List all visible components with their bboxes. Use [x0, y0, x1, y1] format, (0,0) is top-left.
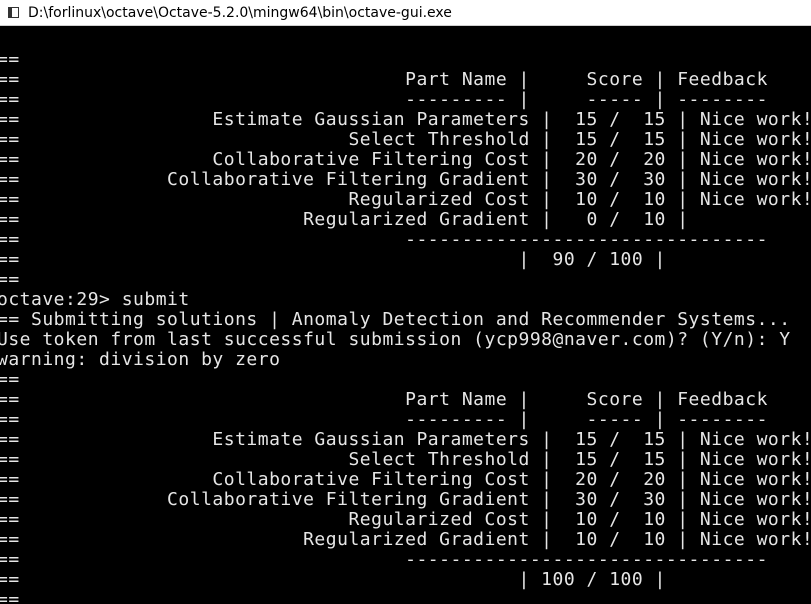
window-title: D:\forlinux\octave\Octave-5.2.0\mingw64\…	[28, 4, 452, 21]
console-line: == Regularized Cost | 10 / 10 | Nice wor…	[0, 189, 811, 210]
console-line: == Select Threshold | 15 / 15 | Nice wor…	[0, 449, 811, 470]
console-line: == Regularized Gradient | 0 / 10 |	[0, 209, 689, 230]
console-line: == | 100 / 100 |	[0, 569, 666, 590]
console-line: == --------- | ----- | --------	[0, 409, 768, 430]
console-line: ==	[0, 50, 20, 70]
console-line: == | 90 / 100 |	[0, 249, 666, 270]
console-line: == --------------------------------	[0, 229, 768, 250]
console-line: == Collaborative Filtering Cost | 20 / 2…	[0, 149, 811, 170]
console-line: == Regularized Cost | 10 / 10 | Nice wor…	[0, 509, 811, 530]
console-line: == Collaborative Filtering Gradient | 30…	[0, 169, 811, 190]
console-line: == Part Name | Score | Feedback	[0, 389, 768, 410]
console-line: == Part Name | Score | Feedback	[0, 69, 768, 90]
console-line: octave:29> submit	[0, 289, 190, 310]
console-line: Use token from last successful submissio…	[0, 329, 791, 350]
console-line: warning: division by zero	[0, 349, 281, 370]
console-line: == Regularized Gradient | 10 / 10 | Nice…	[0, 529, 811, 550]
console-output[interactable]: == == Part Name | Score | Feedback == --…	[0, 50, 811, 604]
console-line: == Select Threshold | 15 / 15 | Nice wor…	[0, 129, 811, 150]
console-line: ==	[0, 589, 20, 604]
console-line: == --------------------------------	[0, 549, 768, 570]
console-line: == Estimate Gaussian Parameters | 15 / 1…	[0, 429, 811, 450]
console-line: == --------- | ----- | --------	[0, 89, 768, 110]
console-line: == Submitting solutions | Anomaly Detect…	[0, 309, 791, 330]
title-bar[interactable]: D:\forlinux\octave\Octave-5.2.0\mingw64\…	[0, 0, 811, 26]
console-line: == Collaborative Filtering Cost | 20 / 2…	[0, 469, 811, 490]
console-line: ==	[0, 369, 20, 390]
console-line: == Estimate Gaussian Parameters | 15 / 1…	[0, 109, 811, 130]
octave-gui-window: D:\forlinux\octave\Octave-5.2.0\mingw64\…	[0, 0, 811, 604]
console-line: ==	[0, 269, 20, 290]
console-app-icon	[8, 7, 19, 18]
console-line: == Collaborative Filtering Gradient | 30…	[0, 489, 811, 510]
